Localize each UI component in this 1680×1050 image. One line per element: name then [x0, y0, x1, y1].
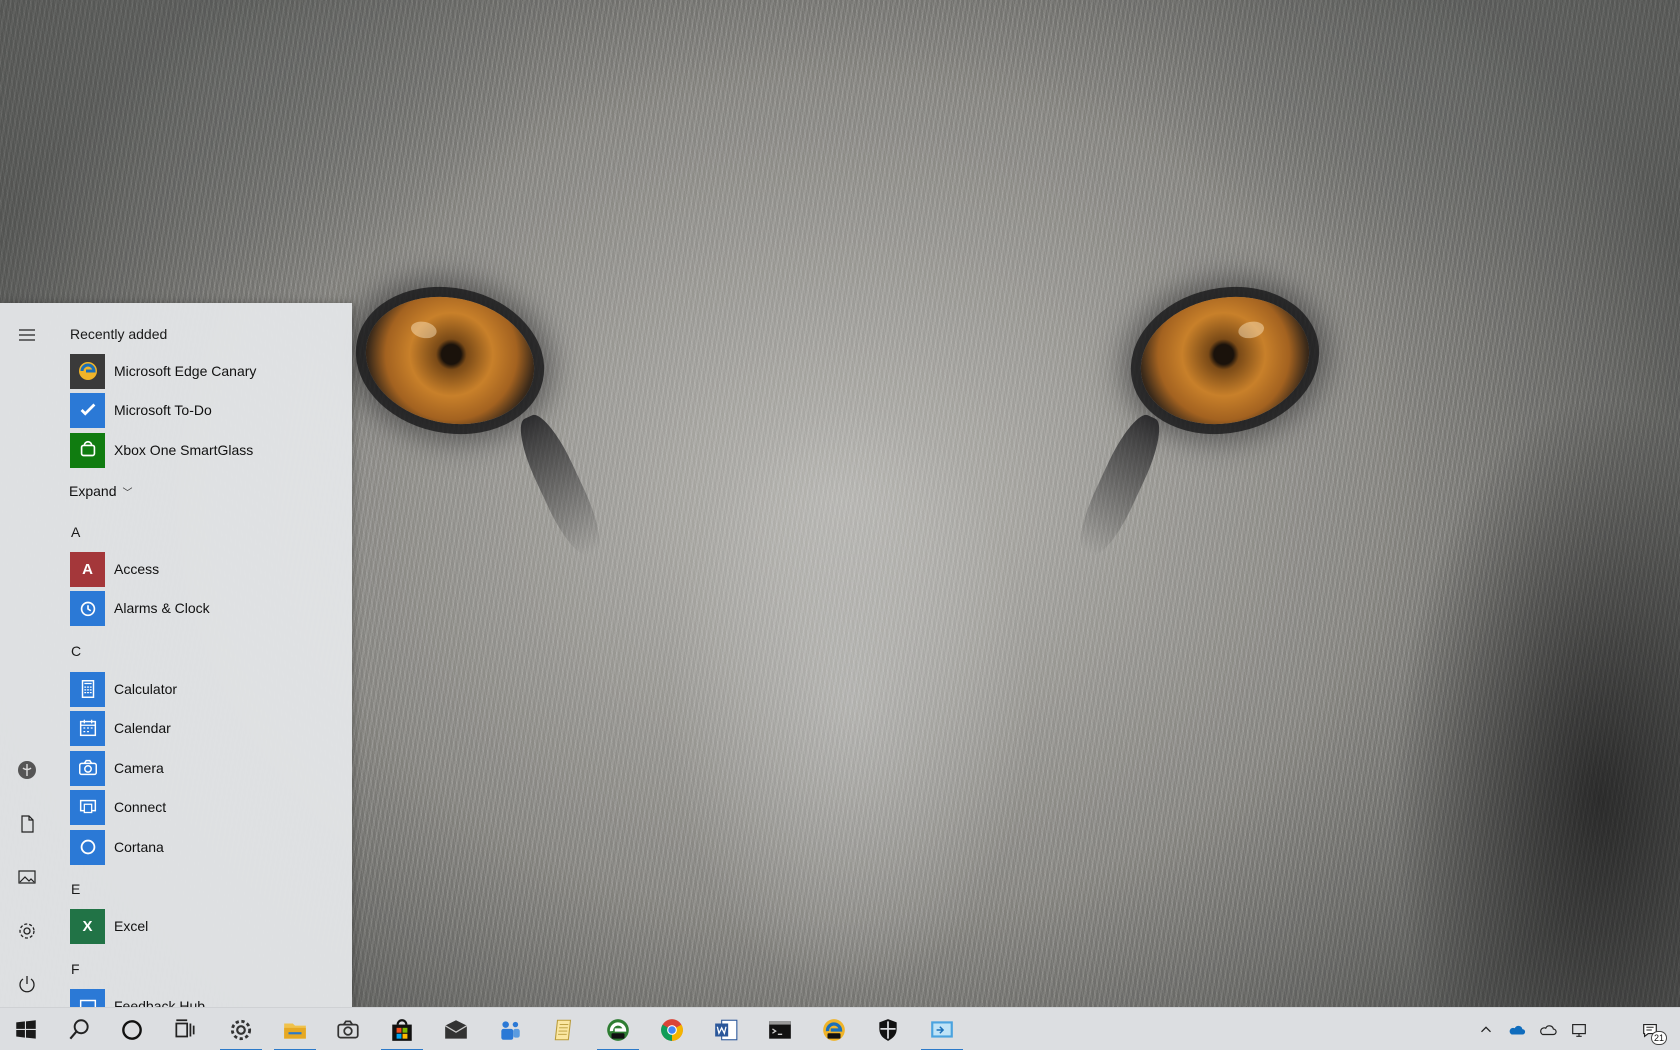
- app-item-microsoft-to-do[interactable]: Microsoft To-Do: [70, 391, 340, 429]
- group-header-c[interactable]: C: [71, 643, 81, 659]
- documents-icon[interactable]: [0, 799, 54, 849]
- chevron-down-icon: ﹀: [122, 487, 133, 499]
- expand-button[interactable]: Expand ﹀: [69, 483, 132, 499]
- network-icon[interactable]: [1564, 1008, 1594, 1050]
- search-button[interactable]: [54, 1008, 104, 1050]
- cortana-button[interactable]: [107, 1008, 157, 1050]
- show-hidden-icons-chevron-up-icon[interactable]: [1471, 1008, 1501, 1050]
- onedrive-icon[interactable]: [1502, 1008, 1532, 1050]
- app-label: Feedback Hub: [114, 998, 206, 1007]
- group-header-f[interactable]: F: [71, 961, 80, 977]
- camera-icon: [337, 1019, 359, 1038]
- edge-canary-icon: [823, 1018, 845, 1041]
- start-button[interactable]: [2, 1008, 50, 1050]
- app-item-microsoft-edge-canary[interactable]: Microsoft Edge Canary: [70, 352, 340, 390]
- chrome-icon: [661, 1018, 683, 1041]
- app-item-connect[interactable]: Connect: [70, 788, 340, 826]
- app-label: Alarms & Clock: [114, 600, 210, 616]
- app-item-calendar[interactable]: Calendar: [70, 709, 340, 747]
- mail-icon: [444, 1019, 468, 1039]
- folder-icon: [284, 1023, 306, 1039]
- hamburger-menu-icon[interactable]: [0, 310, 54, 360]
- task-view-button[interactable]: [160, 1008, 210, 1050]
- user-avatar[interactable]: [0, 745, 54, 795]
- action-center-button[interactable]: 21: [1630, 1008, 1670, 1050]
- cortana-icon: [70, 829, 105, 865]
- cortana-ring-icon: [122, 1019, 142, 1040]
- taskbar-mail[interactable]: [431, 1008, 481, 1050]
- expand-label: Expand: [69, 483, 117, 499]
- calculator-icon: [70, 671, 105, 707]
- settings-gear-icon[interactable]: [0, 906, 54, 956]
- app-label: Excel: [114, 918, 149, 934]
- app-label: Connect: [114, 799, 167, 815]
- remote-desktop-icon: [931, 1020, 953, 1038]
- command-prompt-icon: [769, 1020, 791, 1039]
- alarm-clock-icon: [70, 590, 105, 626]
- taskbar-windows-security[interactable]: [863, 1008, 913, 1050]
- notepad-icon: [554, 1019, 572, 1040]
- task-view-icon: [175, 1018, 195, 1037]
- app-label: Microsoft Edge Canary: [114, 363, 257, 379]
- store-bag-icon: [392, 1018, 412, 1041]
- excel-icon: X: [70, 908, 105, 944]
- taskbar-edge-dev[interactable]: [593, 1008, 643, 1050]
- power-icon[interactable]: [0, 959, 54, 1009]
- taskbar-teams[interactable]: [485, 1008, 535, 1050]
- calendar-icon: [70, 710, 105, 746]
- recently-added-heading: Recently added: [70, 326, 168, 342]
- access-icon: A: [70, 551, 105, 587]
- taskbar-chrome[interactable]: [647, 1008, 697, 1050]
- camera-icon: [70, 750, 105, 786]
- group-header-a[interactable]: A: [71, 524, 80, 540]
- taskbar-file-explorer[interactable]: [270, 1008, 320, 1050]
- onedrive-personal-cloud-icon[interactable]: [1533, 1008, 1563, 1050]
- app-label: Calculator: [114, 681, 178, 697]
- taskbar-notepad[interactable]: [539, 1008, 589, 1050]
- group-header-e[interactable]: E: [71, 881, 80, 897]
- taskbar-settings[interactable]: [216, 1008, 266, 1050]
- app-item-excel[interactable]: X Excel: [70, 907, 340, 945]
- app-item-cortana[interactable]: Cortana: [70, 828, 340, 866]
- feedback-hub-icon: [70, 988, 105, 1007]
- app-item-access[interactable]: A Access: [70, 550, 340, 588]
- taskbar-word[interactable]: [701, 1008, 751, 1050]
- app-label: Microsoft To-Do: [114, 402, 212, 418]
- app-item-feedback-hub[interactable]: Feedback Hub: [70, 987, 340, 1007]
- windows-logo-icon: [16, 1019, 36, 1039]
- xbox-icon: [70, 432, 105, 468]
- app-label: Xbox One SmartGlass: [114, 442, 254, 458]
- taskbar-remote-desktop[interactable]: [917, 1008, 967, 1050]
- shield-icon: [879, 1018, 897, 1041]
- start-menu-rail: [0, 303, 54, 1007]
- pictures-icon[interactable]: [0, 852, 54, 902]
- start-menu: Recently added Microsoft Edge Canary Mic…: [0, 303, 352, 1007]
- taskbar-camera[interactable]: [323, 1008, 373, 1050]
- taskbar-store[interactable]: [377, 1008, 427, 1050]
- edge-canary-icon: [70, 353, 105, 389]
- notification-count-badge: 21: [1651, 1031, 1667, 1045]
- todo-icon: [70, 392, 105, 428]
- connect-icon: [70, 789, 105, 825]
- settings-gear-icon: [230, 1019, 252, 1040]
- word-icon: [715, 1019, 738, 1040]
- taskbar: 21: [0, 1007, 1680, 1050]
- search-icon: [69, 1018, 89, 1039]
- app-item-alarms-clock[interactable]: Alarms & Clock: [70, 589, 340, 627]
- taskbar-edge-canary[interactable]: [809, 1008, 859, 1050]
- app-label: Calendar: [114, 720, 171, 736]
- app-item-calculator[interactable]: Calculator: [70, 670, 340, 708]
- app-item-camera[interactable]: Camera: [70, 749, 340, 787]
- taskbar-terminal[interactable]: [755, 1008, 805, 1050]
- app-label: Access: [114, 561, 160, 577]
- edge-dev-icon: [607, 1018, 629, 1041]
- teams-icon: [501, 1020, 520, 1040]
- app-label: Cortana: [114, 839, 164, 855]
- app-item-xbox-one-smartglass[interactable]: Xbox One SmartGlass: [70, 431, 340, 469]
- app-list: Recently added Microsoft Edge Canary Mic…: [54, 303, 352, 1007]
- app-label: Camera: [114, 760, 164, 776]
